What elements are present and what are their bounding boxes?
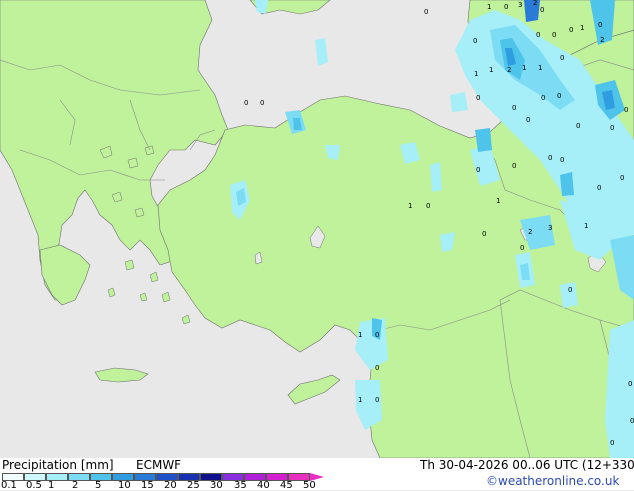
precip-value-label: 0 (536, 31, 540, 39)
scale-label: 15 (141, 480, 154, 491)
precip-value-label: 2 (507, 66, 511, 74)
precip-value-label: 0 (260, 99, 264, 107)
scale-label: 1 (48, 480, 55, 491)
precip-value-label: 0 (482, 230, 486, 238)
precip-value-label: 2 (533, 0, 537, 7)
legend-title: Precipitation [mm] (2, 458, 114, 472)
scale-label: 40 (257, 480, 270, 491)
precip-value-label: 2 (600, 36, 604, 44)
precip-value-label: 1 (489, 66, 493, 74)
precip-value-label: 0 (610, 439, 614, 447)
precip-value-label: 0 (520, 244, 524, 252)
precip-value-label: 1 (408, 202, 412, 210)
scale-label: 45 (280, 480, 293, 491)
precip-value-label: 0 (569, 26, 573, 34)
precip-value-label: 0 (473, 37, 477, 45)
credit-link[interactable]: ©weatheronline.co.uk (486, 474, 619, 488)
scale-label: 0.1 (1, 480, 17, 491)
precip-value-label: 0 (557, 92, 561, 100)
precip-value-label: 2 (528, 228, 532, 236)
precip-value-label: 1 (474, 70, 478, 78)
precip-value-label: 0 (512, 104, 516, 112)
scale-label: 50 (303, 480, 316, 491)
precip-value-label: 1 (358, 331, 362, 339)
precip-value-label: 0 (244, 99, 248, 107)
precip-value-label: 0 (568, 286, 572, 294)
precip-value-label: 1 (358, 396, 362, 404)
precip-value-label: 0 (504, 3, 508, 11)
precip-value-label: 0 (576, 122, 580, 130)
precip-value-label: 0 (552, 31, 556, 39)
precip-value-label: 0 (597, 184, 601, 192)
legend-footer: Precipitation [mm] ECMWF Th 30-04-2026 0… (0, 458, 634, 491)
scale-label: 0.5 (26, 480, 42, 491)
scale-label: 35 (234, 480, 247, 491)
scale-label: 5 (95, 480, 102, 491)
precip-value-label: 0 (541, 94, 545, 102)
precip-value-label: 0 (476, 166, 480, 174)
scale-label: 20 (164, 480, 177, 491)
precip-value-label: 0 (375, 331, 379, 339)
precip-value-label: 3 (518, 1, 522, 9)
precip-value-label: 0 (426, 202, 430, 210)
precip-value-label: 3 (548, 224, 552, 232)
precip-value-label: 0 (512, 162, 516, 170)
scale-label: 25 (187, 480, 200, 491)
precip-value-label: 0 (620, 174, 624, 182)
precip-value-label: 0 (476, 94, 480, 102)
precip-value-label: 1 (538, 64, 542, 72)
precip-value-label: 1 (487, 3, 491, 11)
precip-value-label: 0 (610, 124, 614, 132)
precip-value-label: 1 (496, 197, 500, 205)
precip-value-label: 0 (560, 54, 564, 62)
precip-value-label: 1 (584, 222, 588, 230)
precip-value-label: 0 (624, 106, 628, 114)
precip-value-label: 0 (375, 364, 379, 372)
precip-value-label: 0 (424, 8, 428, 16)
precipitation-map: 01 0 3 2000 001 1 2 1 10 00000 00 010001 01000 2 30000… (0, 0, 634, 458)
precip-value-label: 0 (540, 6, 544, 14)
precip-value-label: 0 (560, 156, 564, 164)
precip-value-label: 0 (375, 396, 379, 404)
precip-value-label: 1 (580, 24, 584, 32)
scale-label: 2 (72, 480, 79, 491)
scale-label: 30 (210, 480, 223, 491)
precip-value-label: 1 (522, 64, 526, 72)
precip-value-label: 0 (526, 116, 530, 124)
forecast-datetime: Th 30-04-2026 00..06 UTC (12+330) (420, 458, 634, 472)
precip-value-label: 0 (548, 154, 552, 162)
precip-value-label: 0 (628, 380, 632, 388)
scale-label: 10 (118, 480, 131, 491)
precip-value-label: 0 (598, 21, 602, 29)
precip-value-label: 0 (630, 417, 634, 425)
model-name: ECMWF (136, 458, 182, 472)
